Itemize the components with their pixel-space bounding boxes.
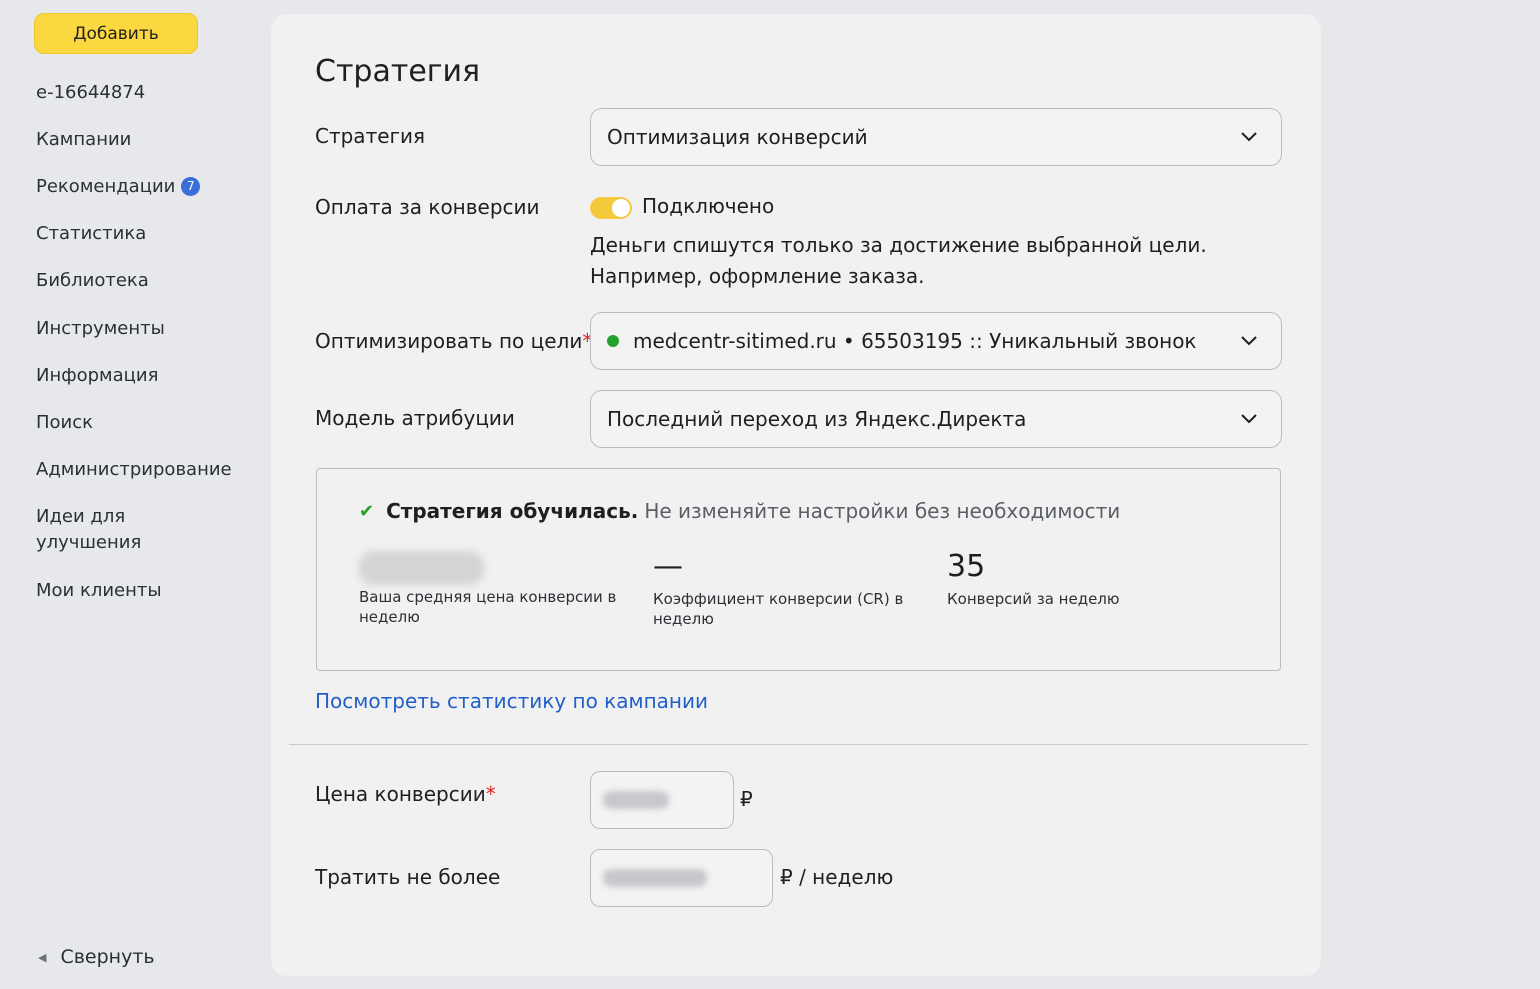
currency-unit: ₽ [740, 787, 753, 811]
sidebar-item-statistics[interactable]: Статистика [36, 221, 146, 247]
pay-description: Деньги спишутся только за достижение выб… [590, 233, 1207, 288]
metric-avg-conversion-price: Ваша средняя цена конверсии в неделю [359, 547, 619, 627]
sidebar-item-campaigns[interactable]: Кампании [36, 127, 131, 153]
add-button[interactable]: Добавить [34, 13, 198, 54]
strategy-status-panel: ✔ Стратегия обучилась. Не изменяйте наст… [316, 468, 1281, 671]
campaign-stats-link[interactable]: Посмотреть статистику по кампании [315, 689, 708, 713]
goal-label: Оптимизировать по цели* [315, 329, 592, 353]
status-bold-text: Стратегия обучилась. [386, 499, 639, 523]
chevron-down-icon [1241, 414, 1257, 424]
metric-conversion-rate: — Коэффициент конверсии (CR) в неделю [653, 547, 913, 629]
conversion-price-label: Цена конверсии* [315, 782, 496, 806]
strategy-status: ✔ Стратегия обучилась. Не изменяйте наст… [359, 499, 1120, 523]
attribution-label: Модель атрибуции [315, 406, 515, 430]
required-mark: * [485, 782, 496, 806]
sidebar-item-search[interactable]: Поиск [36, 410, 93, 436]
toggle-status-label: Подключено [642, 194, 775, 218]
arrow-left-icon: ◀ [38, 950, 47, 964]
chevron-down-icon [1241, 132, 1257, 142]
divider [289, 744, 1308, 745]
sidebar-item-improvement-ideas[interactable]: Идеи для улучшения [36, 504, 166, 556]
sidebar-item-label: Рекомендации [36, 176, 176, 197]
collapse-label: Свернуть [60, 946, 155, 968]
strategy-label: Стратегия [315, 124, 426, 148]
attribution-select[interactable]: Последний переход из Яндекс.Директа [590, 390, 1282, 448]
pay-for-conversions-label: Оплата за конверсии [315, 195, 540, 219]
goal-select[interactable]: medcentr-sitimed.ru • 65503195 :: Уникал… [590, 312, 1282, 370]
sidebar: Добавить e-16644874 Кампании Рекомендаци… [0, 0, 262, 989]
spend-limit-label: Тратить не более [315, 865, 501, 889]
metric-value-hidden [359, 551, 484, 585]
checkmark-icon: ✔ [359, 500, 375, 522]
hidden-value [603, 869, 707, 887]
strategy-select[interactable]: Оптимизация конверсий [590, 108, 1282, 166]
strategy-card: Стратегия Стратегия Оптимизация конверси… [271, 14, 1321, 976]
goal-label-text: Оптимизировать по цели [315, 329, 583, 353]
spend-limit-input[interactable] [590, 849, 773, 907]
strategy-select-value: Оптимизация конверсий [607, 125, 868, 149]
sidebar-item-administration[interactable]: Администрирование [36, 457, 232, 483]
metric-caption: Конверсий за неделю [947, 590, 1120, 608]
sidebar-item-tools[interactable]: Инструменты [36, 316, 165, 342]
account-login[interactable]: e-16644874 [36, 80, 145, 106]
attribution-select-value: Последний переход из Яндекс.Директа [607, 407, 1027, 431]
status-hint-text: Не изменяйте настройки без необходимости [644, 499, 1121, 523]
conversion-price-input[interactable] [590, 771, 734, 829]
sidebar-item-my-clients[interactable]: Мои клиенты [36, 578, 162, 604]
metric-caption: Ваша средняя цена конверсии в неделю [359, 588, 617, 626]
metric-value: — [653, 549, 683, 584]
recommendations-count-badge: 7 [181, 176, 201, 196]
conversion-price-label-text: Цена конверсии [315, 782, 486, 806]
metric-conversions-per-week: 35 Конверсий за неделю [947, 547, 1207, 609]
goal-select-value: medcentr-sitimed.ru • 65503195 :: Уникал… [633, 329, 1197, 353]
collapse-sidebar-button[interactable]: ◀ Свернуть [38, 946, 155, 968]
sidebar-item-library[interactable]: Библиотека [36, 268, 149, 294]
hidden-value [603, 791, 669, 809]
metric-value: 35 [947, 549, 986, 584]
goal-status-dot [607, 335, 619, 347]
metric-caption: Коэффициент конверсии (CR) в неделю [653, 590, 904, 628]
sidebar-item-information[interactable]: Информация [36, 363, 158, 389]
pay-for-conversions-toggle[interactable] [590, 197, 632, 219]
sidebar-item-recommendations[interactable]: Рекомендации 7 [36, 174, 201, 200]
page-title: Стратегия [315, 54, 481, 89]
toggle-knob [612, 199, 630, 217]
chevron-down-icon [1241, 336, 1257, 346]
spend-unit: ₽ / неделю [780, 865, 894, 889]
